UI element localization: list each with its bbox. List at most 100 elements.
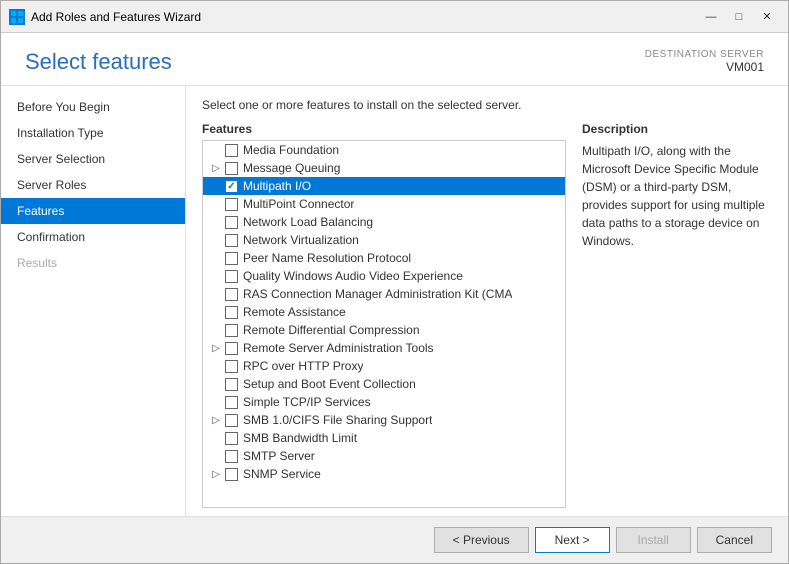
- feature-label: Simple TCP/IP Services: [243, 395, 371, 409]
- next-button[interactable]: Next >: [535, 527, 610, 553]
- sidebar-item-before-you-begin[interactable]: Before You Begin: [1, 94, 185, 120]
- features-list-container: Media Foundation ▷ Message Queuing: [202, 140, 566, 508]
- server-name: VM001: [645, 60, 764, 74]
- list-item[interactable]: Media Foundation: [203, 141, 565, 159]
- feature-checkbox[interactable]: [225, 432, 238, 445]
- scroll-left-button[interactable]: ◂: [203, 508, 219, 509]
- footer: < Previous Next > Install Cancel: [1, 516, 788, 563]
- feature-label: Quality Windows Audio Video Experience: [243, 269, 463, 283]
- features-list[interactable]: Media Foundation ▷ Message Queuing: [203, 141, 565, 507]
- feature-label: Network Load Balancing: [243, 215, 373, 229]
- features-header: Features: [202, 122, 566, 136]
- description-text: Multipath I/O, along with the Microsoft …: [582, 142, 772, 250]
- feature-checkbox[interactable]: [225, 306, 238, 319]
- sidebar-item-confirmation[interactable]: Confirmation: [1, 224, 185, 250]
- feature-checkbox[interactable]: [225, 396, 238, 409]
- feature-checkbox-checked[interactable]: [225, 180, 238, 193]
- list-item[interactable]: ▷ SMB 1.0/CIFS File Sharing Support: [203, 411, 565, 429]
- content-area: Select features DESTINATION SERVER VM001…: [1, 33, 788, 563]
- list-item[interactable]: ▷ Remote Server Administration Tools: [203, 339, 565, 357]
- close-button[interactable]: ✕: [754, 7, 780, 27]
- feature-checkbox[interactable]: [225, 378, 238, 391]
- feature-label: Remote Differential Compression: [243, 323, 420, 337]
- previous-button[interactable]: < Previous: [434, 527, 529, 553]
- feature-checkbox[interactable]: [225, 216, 238, 229]
- list-item[interactable]: RPC over HTTP Proxy: [203, 357, 565, 375]
- feature-checkbox[interactable]: [225, 252, 238, 265]
- description-header: Description: [582, 122, 772, 136]
- window-title: Add Roles and Features Wizard: [31, 10, 698, 24]
- sidebar-item-features[interactable]: Features: [1, 198, 185, 224]
- main-body: Before You Begin Installation Type Serve…: [1, 86, 788, 516]
- list-item[interactable]: Multipath I/O: [203, 177, 565, 195]
- feature-label: SMTP Server: [243, 449, 315, 463]
- feature-checkbox[interactable]: [225, 414, 238, 427]
- feature-label: RAS Connection Manager Administration Ki…: [243, 287, 512, 301]
- destination-label: DESTINATION SERVER: [645, 49, 764, 60]
- description-section: Description Multipath I/O, along with th…: [582, 122, 772, 508]
- title-bar: Add Roles and Features Wizard — □ ✕: [1, 1, 788, 33]
- list-item[interactable]: Simple TCP/IP Services: [203, 393, 565, 411]
- list-item[interactable]: Remote Differential Compression: [203, 321, 565, 339]
- sidebar-item-server-roles[interactable]: Server Roles: [1, 172, 185, 198]
- list-item[interactable]: RAS Connection Manager Administration Ki…: [203, 285, 565, 303]
- feature-label: Network Virtualization: [243, 233, 359, 247]
- feature-label: Media Foundation: [243, 143, 339, 157]
- window: Add Roles and Features Wizard — □ ✕ Sele…: [0, 0, 789, 564]
- features-desc-container: Features Media Foundation ▷: [202, 122, 772, 508]
- instruction-text: Select one or more features to install o…: [202, 98, 772, 112]
- list-item[interactable]: Remote Assistance: [203, 303, 565, 321]
- list-item[interactable]: ▷ Message Queuing: [203, 159, 565, 177]
- feature-checkbox[interactable]: [225, 234, 238, 247]
- feature-checkbox[interactable]: [225, 162, 238, 175]
- window-controls: — □ ✕: [698, 7, 780, 27]
- feature-label: SNMP Service: [243, 467, 321, 481]
- feature-label: Setup and Boot Event Collection: [243, 377, 416, 391]
- feature-label: MultiPoint Connector: [243, 197, 354, 211]
- expand-icon[interactable]: ▷: [209, 467, 223, 481]
- feature-checkbox[interactable]: [225, 270, 238, 283]
- horizontal-scrollbar[interactable]: ◂ ▸: [203, 507, 565, 508]
- list-item[interactable]: ▷ SNMP Service: [203, 465, 565, 483]
- feature-checkbox[interactable]: [225, 144, 238, 157]
- feature-label: Message Queuing: [243, 161, 340, 175]
- list-item[interactable]: SMB Bandwidth Limit: [203, 429, 565, 447]
- destination-server-info: DESTINATION SERVER VM001: [645, 49, 764, 74]
- install-button[interactable]: Install: [616, 527, 691, 553]
- list-item[interactable]: MultiPoint Connector: [203, 195, 565, 213]
- feature-checkbox[interactable]: [225, 324, 238, 337]
- app-icon: [9, 9, 25, 25]
- page-title: Select features: [25, 49, 172, 75]
- right-panel: Select one or more features to install o…: [186, 86, 788, 516]
- feature-label: SMB 1.0/CIFS File Sharing Support: [243, 413, 432, 427]
- sidebar-item-server-selection[interactable]: Server Selection: [1, 146, 185, 172]
- list-item[interactable]: Quality Windows Audio Video Experience: [203, 267, 565, 285]
- feature-label: Remote Assistance: [243, 305, 346, 319]
- minimize-button[interactable]: —: [698, 7, 724, 27]
- cancel-button[interactable]: Cancel: [697, 527, 772, 553]
- expand-icon[interactable]: ▷: [209, 341, 223, 355]
- feature-label: Multipath I/O: [243, 179, 311, 193]
- feature-checkbox[interactable]: [225, 360, 238, 373]
- sidebar: Before You Begin Installation Type Serve…: [1, 86, 186, 516]
- feature-checkbox[interactable]: [225, 198, 238, 211]
- scroll-right-button[interactable]: ▸: [549, 508, 565, 509]
- feature-label: SMB Bandwidth Limit: [243, 431, 357, 445]
- features-section: Features Media Foundation ▷: [202, 122, 566, 508]
- list-item[interactable]: Setup and Boot Event Collection: [203, 375, 565, 393]
- feature-checkbox[interactable]: [225, 288, 238, 301]
- list-item[interactable]: Network Virtualization: [203, 231, 565, 249]
- sidebar-item-installation-type[interactable]: Installation Type: [1, 120, 185, 146]
- list-item[interactable]: Network Load Balancing: [203, 213, 565, 231]
- feature-label: Peer Name Resolution Protocol: [243, 251, 411, 265]
- expand-icon[interactable]: ▷: [209, 413, 223, 427]
- sidebar-item-results: Results: [1, 250, 185, 276]
- list-item[interactable]: SMTP Server: [203, 447, 565, 465]
- maximize-button[interactable]: □: [726, 7, 752, 27]
- feature-checkbox[interactable]: [225, 450, 238, 463]
- list-item[interactable]: Peer Name Resolution Protocol: [203, 249, 565, 267]
- feature-checkbox[interactable]: [225, 468, 238, 481]
- feature-checkbox[interactable]: [225, 342, 238, 355]
- expand-icon[interactable]: ▷: [209, 161, 223, 175]
- header-section: Select features DESTINATION SERVER VM001: [1, 33, 788, 86]
